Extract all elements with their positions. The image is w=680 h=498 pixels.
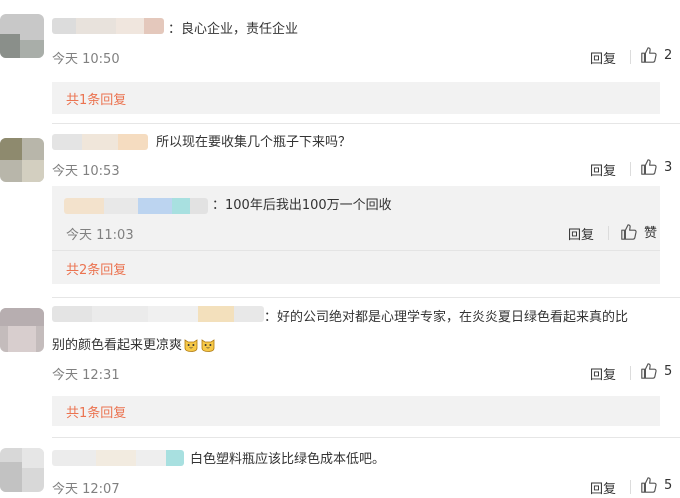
username[interactable] [52, 134, 148, 150]
like-count: 3 [664, 159, 673, 175]
comment-text-line2: 别的颜色看起来更凉爽 [52, 335, 216, 357]
cat-face-emoji-icon [200, 336, 216, 352]
reply-button[interactable]: 回复 [590, 478, 616, 497]
comment-text: ：好的公司绝对都是心理学专家，在炎炎夏日绿色看起来真的比 [264, 310, 629, 325]
more-replies-box: 共1条回复 [52, 396, 660, 426]
comment-item: ：好的公司绝对都是心理学专家，在炎炎夏日绿色看起来真的比 别的颜色看起来更凉爽 … [0, 298, 680, 436]
like-count: 5 [664, 363, 673, 379]
comment-item: 所以现在要收集几个瓶子下来吗？ 今天 10:53 回复 3 ：100年后我出10… [0, 124, 680, 294]
like-count: 5 [664, 477, 673, 493]
sub-reply-text: ：100年后我出100万一个回收 [212, 198, 392, 213]
avatar[interactable] [0, 308, 44, 352]
thumbs-up-icon [621, 223, 637, 240]
inner-divider [52, 250, 660, 251]
comment-text: 所以现在要收集几个瓶子下来吗？ [156, 135, 352, 150]
like-count: 2 [664, 47, 673, 63]
cat-face-emoji-icon [183, 336, 199, 352]
avatar[interactable] [0, 138, 44, 182]
sub-reply-like-button[interactable]: 赞 [620, 222, 657, 241]
thumbs-up-icon [641, 159, 657, 175]
comment-item: 白色塑料瓶应该比绿色成本低吧。 今天 12:07 回复 5 [0, 438, 680, 498]
more-replies-link[interactable]: 共1条回复 [66, 402, 126, 421]
sub-reply-box: ：100年后我出100万一个回收 今天 11:03 回复 赞 共2条回复 [52, 186, 660, 284]
like-button[interactable]: 5 [640, 476, 672, 494]
separator [630, 366, 631, 380]
avatar[interactable] [0, 14, 44, 58]
separator [608, 226, 609, 240]
comment-item: ：良心企业，责任企业 今天 10:50 回复 2 共1条回复 [0, 0, 680, 114]
reply-button[interactable]: 回复 [590, 48, 616, 67]
username[interactable] [52, 450, 184, 466]
reply-button[interactable]: 回复 [590, 160, 616, 179]
comment-text: 白色塑料瓶应该比绿色成本低吧。 [190, 452, 386, 467]
more-replies-link[interactable]: 共2条回复 [66, 259, 126, 278]
separator [630, 162, 631, 176]
comment-text: ：良心企业，责任企业 [168, 22, 299, 37]
more-replies-link[interactable]: 共1条回复 [66, 89, 126, 108]
like-button[interactable]: 5 [640, 362, 672, 380]
like-label: 赞 [644, 226, 658, 241]
separator [630, 480, 631, 494]
reply-button[interactable]: 回复 [590, 364, 616, 383]
username[interactable] [52, 306, 264, 322]
comment-text-continued: 别的颜色看起来更凉爽 [52, 338, 183, 353]
username[interactable] [64, 198, 208, 214]
avatar[interactable] [0, 448, 44, 492]
like-button[interactable]: 3 [640, 158, 672, 176]
timestamp: 今天 10:50 [52, 52, 120, 67]
timestamp: 今天 12:07 [52, 482, 120, 497]
timestamp: 今天 12:31 [52, 368, 120, 383]
sub-reply-timestamp: 今天 11:03 [66, 228, 134, 243]
thumbs-up-icon [641, 363, 657, 379]
thumbs-up-icon [641, 477, 657, 493]
separator [630, 50, 631, 64]
like-button[interactable]: 2 [640, 46, 672, 64]
timestamp: 今天 10:53 [52, 164, 120, 179]
thumbs-up-icon [641, 47, 657, 63]
username[interactable] [52, 18, 164, 34]
sub-reply-reply-button[interactable]: 回复 [568, 224, 594, 243]
more-replies-box: 共1条回复 [52, 82, 660, 114]
